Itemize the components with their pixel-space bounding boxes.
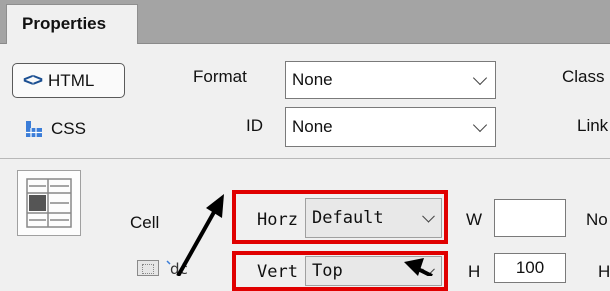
arrowhead-horz [206,194,224,218]
annotation-arrows [176,194,433,276]
arrowhead-vert [404,258,424,276]
arrow-to-horz [176,204,220,276]
